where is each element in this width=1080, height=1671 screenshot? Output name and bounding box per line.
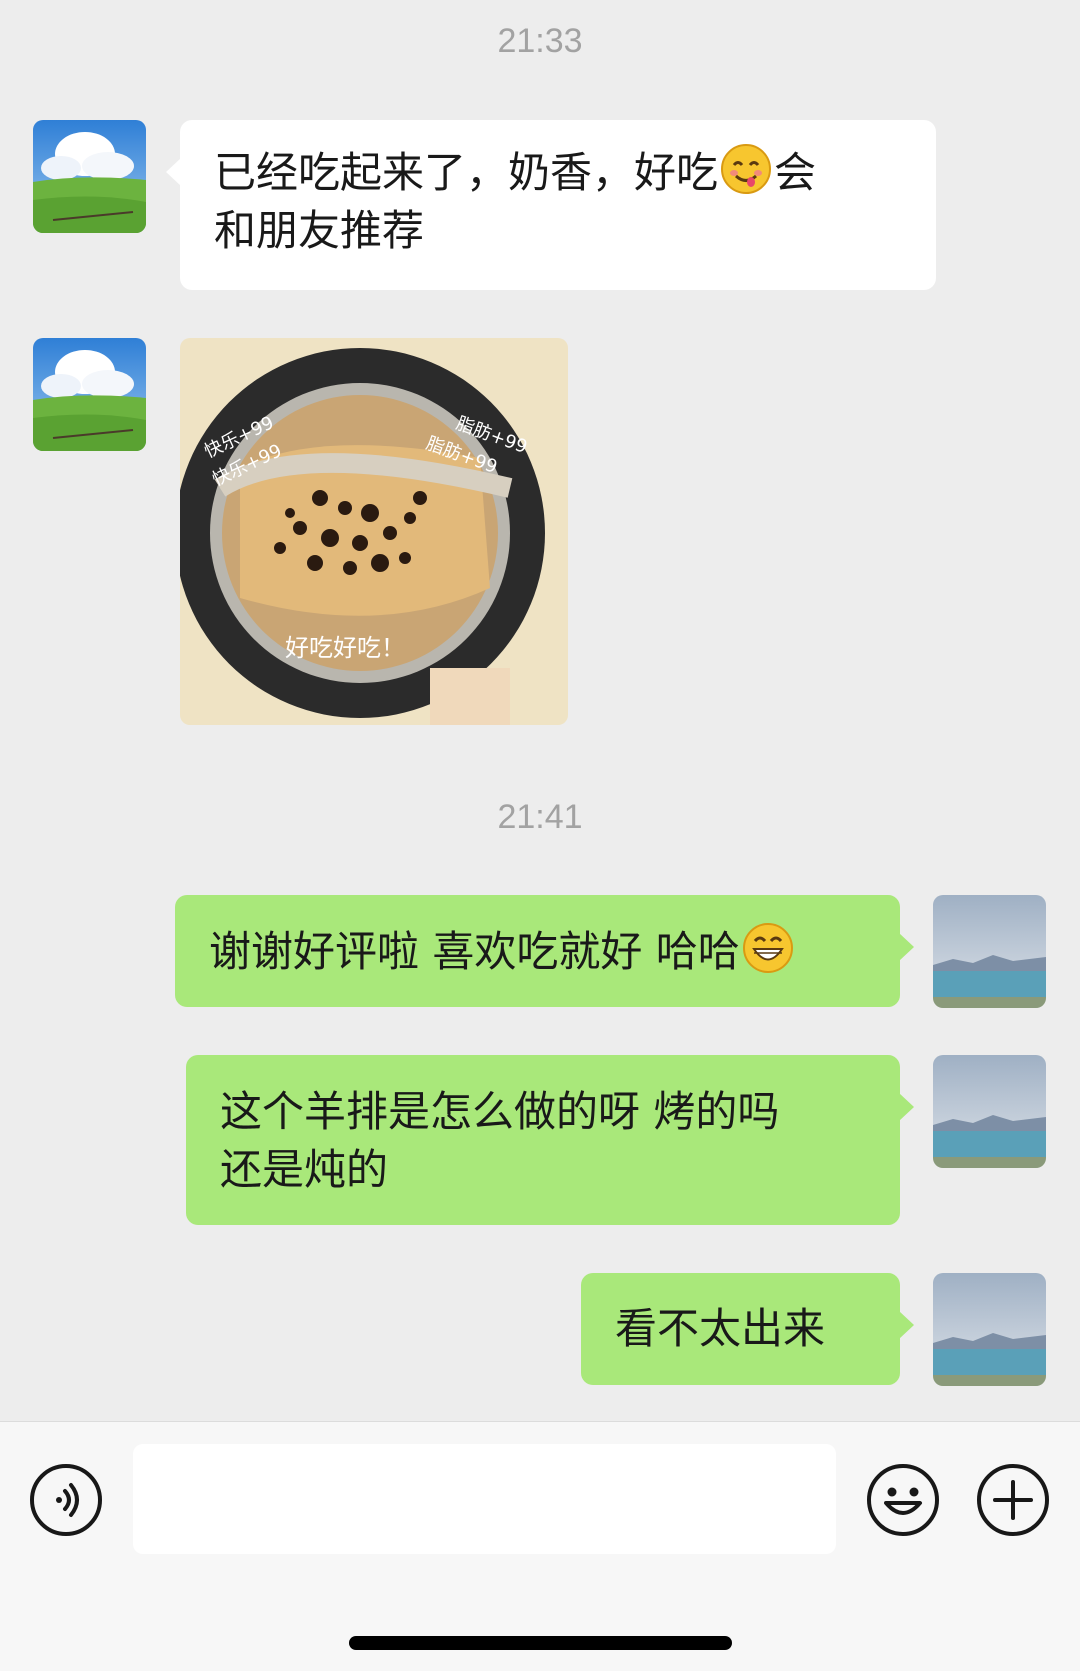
food-photo: 快乐+99 快乐+99 脂肪+99 脂肪+99 好吃好吃！ [180,338,568,725]
message-line: 已经吃起来了，奶香，好吃 会 [214,143,902,202]
plus-icon [977,1464,1049,1536]
my-avatar[interactable] [933,1273,1046,1386]
emoji-button[interactable] [866,1463,940,1537]
meadow-avatar-image [33,338,146,451]
message-line: 还是炖的 [220,1145,389,1194]
message-input[interactable] [133,1444,836,1554]
message-text: 会 [774,148,817,197]
emoji-icon [867,1464,939,1536]
timestamp: 21:41 [497,798,583,836]
outgoing-message-bubble[interactable]: 这个羊排是怎么做的呀 烤的吗 还是炖的 [186,1055,914,1225]
my-avatar[interactable] [933,895,1046,1008]
outgoing-message-bubble[interactable]: 谢谢好评啦 喜欢吃就好 哈哈 [175,895,914,1007]
message-text: 已经吃起来了，奶香，好吃 [214,148,719,197]
yum-emoji-icon [721,144,772,194]
outgoing-message-bubble[interactable]: 看不太出来 [581,1273,914,1385]
home-indicator[interactable] [349,1636,732,1650]
message-line: 这个羊排是怎么做的呀 烤的吗 [220,1087,780,1136]
contact-avatar[interactable] [33,120,146,233]
lake-avatar-image [933,895,1046,1008]
input-bar [0,1421,1080,1671]
meadow-avatar-image [33,120,146,233]
message-text: 看不太出来 [615,1304,826,1353]
photo-overlay-text: 好吃好吃！ [285,634,405,662]
timestamp: 21:33 [497,22,583,60]
incoming-image-message[interactable]: 快乐+99 快乐+99 脂肪+99 脂肪+99 好吃好吃！ [180,338,568,725]
plus-button[interactable] [976,1463,1050,1537]
grin-emoji-icon [742,923,793,973]
lake-avatar-image [933,1273,1046,1386]
lake-avatar-image [933,1055,1046,1168]
message-text: 谢谢好评啦 喜欢吃就好 哈哈 [209,927,740,976]
my-avatar[interactable] [933,1055,1046,1168]
incoming-message-bubble[interactable]: 已经吃起来了，奶香，好吃 会 和朋友推荐 [166,120,936,290]
voice-button[interactable] [29,1463,103,1537]
message-line: 和朋友推荐 [214,206,425,255]
contact-avatar[interactable] [33,338,146,451]
voice-icon [30,1464,102,1536]
